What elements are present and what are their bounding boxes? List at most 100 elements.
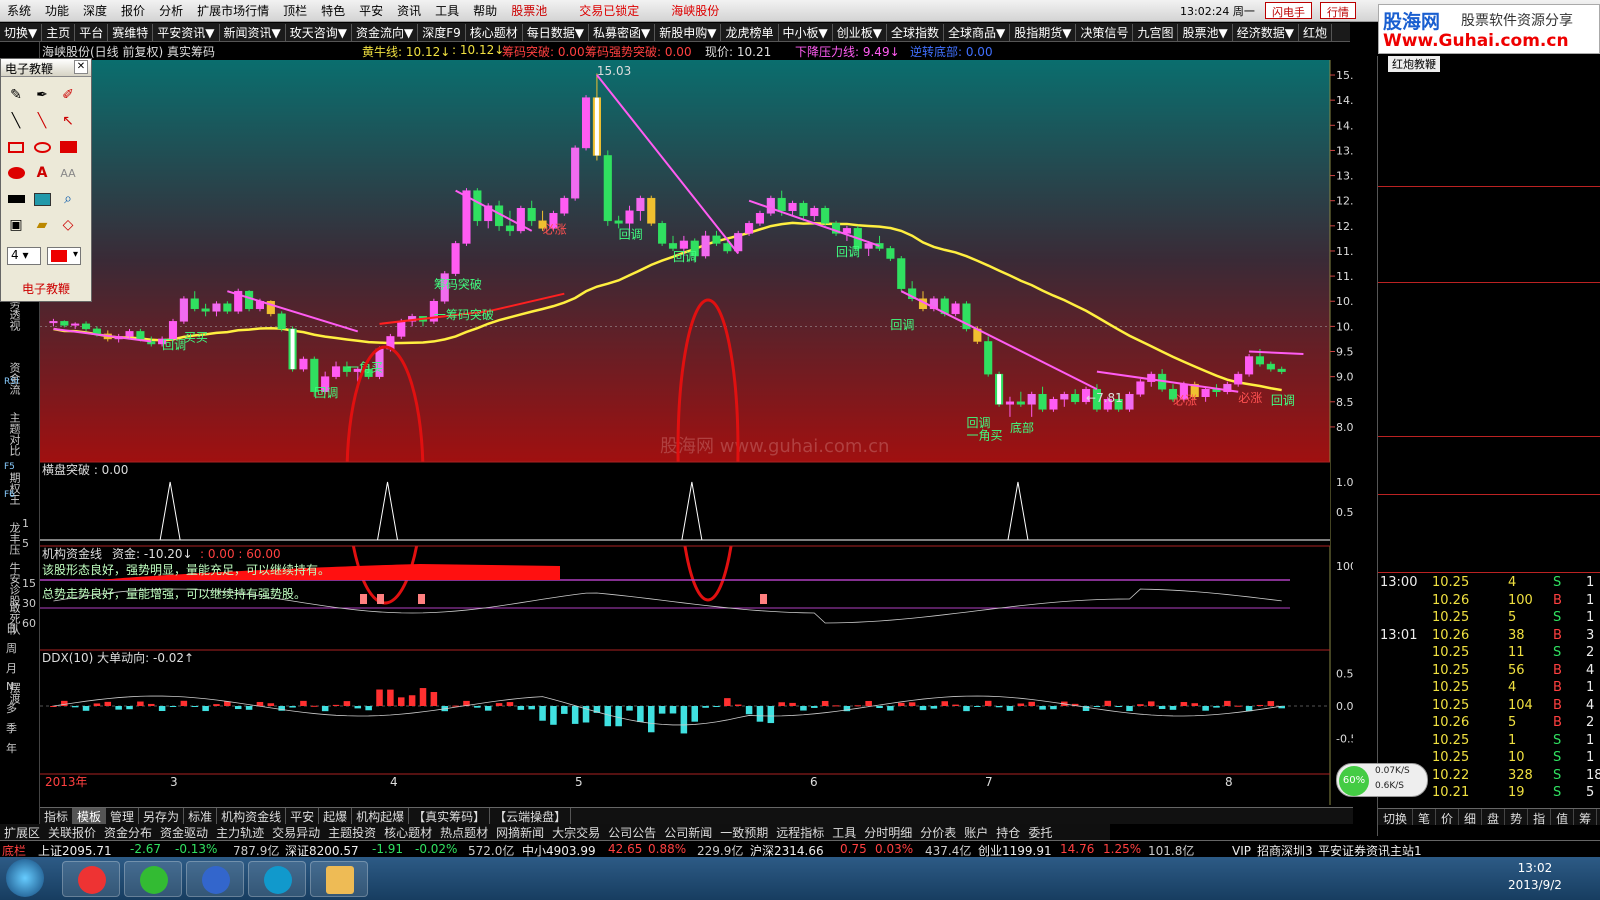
toolbar-item[interactable]: 新闻资讯▼	[220, 23, 286, 41]
menu-item[interactable]: 平安	[352, 2, 390, 19]
menu-item[interactable]: 股票池	[504, 2, 554, 19]
save-icon[interactable]: ▣	[5, 215, 27, 235]
marker-icon[interactable]: ✐	[57, 85, 79, 105]
left-strip-label[interactable]: 主题对比	[2, 412, 22, 456]
toolbar-item[interactable]: 红炮	[1299, 23, 1332, 41]
menu-item[interactable]: 系统	[0, 2, 38, 19]
taskbar-app-1[interactable]	[62, 861, 120, 897]
period-button[interactable]: 年	[6, 740, 17, 756]
toolbar-item[interactable]: 全球商品▼	[944, 23, 1011, 41]
menu-item[interactable]: 特色	[314, 2, 352, 19]
right-tab[interactable]: 筹	[1574, 809, 1598, 826]
shape-icon[interactable]: ◇	[57, 215, 79, 235]
menu-item[interactable]: 帮助	[466, 2, 504, 19]
extension-tab[interactable]: 扩展区	[0, 824, 44, 841]
toolbar-item[interactable]: 平台	[75, 23, 109, 41]
magnifier-icon[interactable]: ⌕	[57, 189, 79, 209]
indicator-tab[interactable]: 起爆	[319, 807, 353, 825]
indicator-tab[interactable]: 另存为	[139, 807, 185, 825]
toolbar-item[interactable]: 股票池▼	[1178, 23, 1233, 41]
line-icon[interactable]: ╲	[31, 111, 53, 131]
period-button[interactable]: 周	[6, 640, 17, 656]
taskbar-app-2[interactable]	[124, 861, 182, 897]
main-chart[interactable]: 15.00 14.50 14.00 13.50 13.00 12.50 12.00 11.50…	[40, 60, 1353, 805]
taskbar-app-5[interactable]	[310, 861, 368, 897]
breakout-panel[interactable]: 横盘突破 : 0.00 1.00 0.50	[40, 461, 1353, 546]
candle-panel[interactable]: 15.00 14.50 14.00 13.50 13.00 12.50 12.00 11.50…	[40, 60, 1353, 805]
close-icon[interactable]: ✕	[74, 60, 88, 74]
menu-item[interactable]: 深度	[76, 2, 114, 19]
toolbar-item[interactable]: 中小板▼	[779, 23, 833, 41]
indicator-shortcut-icon[interactable]: RSI	[4, 377, 19, 387]
line-width-select[interactable]: 4 ▾	[7, 247, 41, 265]
right-tab[interactable]: 势	[1505, 809, 1529, 826]
open-folder-icon[interactable]: ▰	[31, 215, 53, 235]
eraser-icon[interactable]: ✎	[5, 85, 27, 105]
extension-tab[interactable]: 大宗交易	[548, 824, 604, 841]
right-tab[interactable]: 细	[1459, 809, 1483, 826]
menu-item[interactable]: 分析	[152, 2, 190, 19]
toolbar-item[interactable]: 经济数据▼	[1233, 23, 1299, 41]
left-strip-label[interactable]: 牛安诊股	[2, 562, 22, 606]
toolbar-item[interactable]: 玫天咨询▼	[286, 23, 352, 41]
network-widget[interactable]: 60% 0.07K/S 0.6K/S	[1336, 763, 1428, 797]
pen-icon[interactable]: ✒	[31, 85, 53, 105]
black-bar-icon[interactable]	[5, 189, 27, 209]
toolbar-item[interactable]: 平安资讯▼	[153, 23, 220, 41]
extension-tab[interactable]: 分时明细	[860, 824, 916, 841]
minute-period-button[interactable]: 60	[22, 617, 36, 630]
toolbar-item[interactable]: 决策信号	[1076, 23, 1134, 41]
minute-period-button[interactable]: 15	[22, 577, 36, 590]
toolbar-item[interactable]: 资金流向▼	[352, 23, 419, 41]
menu-item[interactable]: 扩展市场行情	[190, 2, 276, 19]
brush-icon[interactable]: ╲	[5, 111, 27, 131]
toolbar-item[interactable]: 每日数据▼	[523, 23, 590, 41]
toolbar-item[interactable]: 核心题材	[466, 23, 523, 41]
extension-tab[interactable]: 账户	[960, 824, 992, 841]
left-strip-label[interactable]: 龙丰压	[2, 522, 22, 555]
filled-rect-icon[interactable]	[57, 137, 79, 157]
period-button[interactable]: 月	[6, 660, 17, 676]
ddx-panel[interactable]: DDX(10) 大单动向: -0.02↑ 0.50 0.00 -0.50	[40, 649, 1353, 746]
extension-tab[interactable]: 公司新闻	[660, 824, 716, 841]
toolbar-item[interactable]: 新股申购▼	[655, 23, 722, 41]
menu-item[interactable]: 资讯	[390, 2, 428, 19]
font-size-icon[interactable]: AA	[57, 163, 79, 183]
right-tab[interactable]: 笔	[1413, 809, 1437, 826]
indicator-shortcut-icon[interactable]: F6	[4, 490, 15, 500]
indicator-tab[interactable]: 机构起爆	[352, 807, 410, 825]
flash-trade-button[interactable]: 闪电手	[1265, 2, 1312, 19]
toolbar-item[interactable]: 龙虎榜单	[721, 23, 779, 41]
extension-tab[interactable]: 核心题材	[380, 824, 436, 841]
left-strip-label[interactable]: 期权王	[2, 472, 22, 505]
menu-item[interactable]: 报价	[114, 2, 152, 19]
extension-tab[interactable]: 主题投资	[324, 824, 380, 841]
taskbar-clock[interactable]: 13:02 2013/9/2	[1508, 860, 1562, 894]
indicator-tab[interactable]: 标准	[184, 807, 218, 825]
extension-tab[interactable]: 网摘新闻	[492, 824, 548, 841]
toolbar-item[interactable]: 深度F9	[418, 23, 466, 41]
extension-tab[interactable]: 委托	[1024, 824, 1056, 841]
indicator-tab[interactable]: 【真实筹码】	[409, 807, 491, 825]
toolbar-item[interactable]: 创业板▼	[833, 23, 887, 41]
rectangle-icon[interactable]	[5, 137, 27, 157]
minute-period-button[interactable]: 5	[22, 537, 29, 550]
extension-tab[interactable]: 资金驱动	[156, 824, 212, 841]
right-tab[interactable]: 指	[1528, 809, 1552, 826]
extension-tab[interactable]: 交易异动	[268, 824, 324, 841]
menu-item[interactable]: 功能	[38, 2, 76, 19]
arrow-icon[interactable]: ↖	[57, 111, 79, 131]
extension-tab[interactable]: 持仓	[992, 824, 1024, 841]
toolbar-item[interactable]: 赛维特	[108, 23, 154, 41]
extension-tab[interactable]: 主力轨迹	[212, 824, 268, 841]
color-select[interactable]: ▾	[47, 247, 81, 265]
fund-line-panel[interactable]: 机构资金线 资金: -10.20↓: 0.00 : 60.00该股形态良好，强势明…	[40, 545, 1353, 624]
indicator-tab[interactable]: 管理	[106, 807, 140, 825]
taskbar-app-4[interactable]	[248, 861, 306, 897]
right-tab[interactable]: 价	[1436, 809, 1460, 826]
indicator-shortcut-icon[interactable]: F5	[4, 462, 15, 472]
minute-period-button[interactable]: 1	[22, 517, 29, 530]
period-button[interactable]: N	[6, 680, 14, 693]
extension-tab[interactable]: 公司公告	[604, 824, 660, 841]
quote-button[interactable]: 行情	[1320, 2, 1356, 19]
